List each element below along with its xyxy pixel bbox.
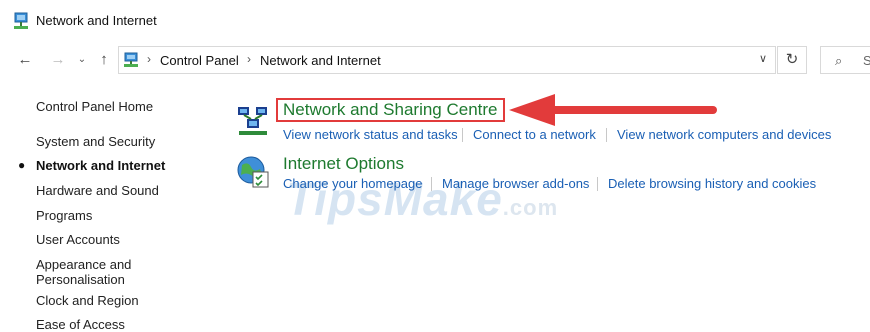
chevron-right-icon: › <box>247 52 251 66</box>
chevron-right-icon: › <box>147 52 151 66</box>
active-bullet: ● <box>18 158 26 172</box>
recent-locations-chevron-icon[interactable]: ⌄ <box>75 51 89 69</box>
back-arrow-icon[interactable]: ← <box>15 51 35 69</box>
refresh-icon[interactable]: ↻ <box>777 46 807 74</box>
sidebar-item-appearance-and-personalisation[interactable]: Appearance and Personalisation <box>36 257 131 287</box>
change-homepage-link[interactable]: Change your homepage <box>283 176 423 191</box>
annotation-arrow-icon <box>509 94 717 126</box>
up-arrow-icon[interactable]: ↑ <box>95 51 113 69</box>
breadcrumb-network-and-internet[interactable]: Network and Internet <box>260 53 381 68</box>
sidebar-item-system-and-security[interactable]: System and Security <box>36 134 155 149</box>
breadcrumb-control-panel[interactable]: Control Panel <box>160 53 239 68</box>
network-and-sharing-centre-link[interactable]: Network and Sharing Centre <box>276 98 505 122</box>
internet-options-icon <box>237 156 269 188</box>
sidebar-item-network-and-internet[interactable]: Network and Internet <box>36 158 165 173</box>
forward-arrow-icon[interactable]: → <box>48 51 68 69</box>
connect-to-network-link[interactable]: Connect to a network <box>473 127 596 142</box>
sidebar-item-hardware-and-sound[interactable]: Hardware and Sound <box>36 183 159 198</box>
address-bar[interactable]: › Control Panel › Network and Internet ∨ <box>118 46 776 74</box>
control-panel-icon <box>124 52 138 67</box>
view-network-status-link[interactable]: View network status and tasks <box>283 127 458 142</box>
sidebar-item-ease-of-access[interactable]: Ease of Access <box>36 317 125 332</box>
window-title: Network and Internet <box>36 13 157 28</box>
internet-options-link[interactable]: Internet Options <box>283 154 404 174</box>
network-icon <box>14 12 28 29</box>
search-placeholder: S <box>863 53 870 68</box>
delete-browsing-history-link[interactable]: Delete browsing history and cookies <box>608 176 816 191</box>
chevron-down-icon[interactable]: ∨ <box>759 52 767 65</box>
view-network-computers-link[interactable]: View network computers and devices <box>617 127 831 142</box>
search-icon: ⌕ <box>835 53 843 68</box>
divider <box>431 177 432 191</box>
sidebar-item-control-panel-home[interactable]: Control Panel Home <box>36 99 153 114</box>
sidebar-item-user-accounts[interactable]: User Accounts <box>36 232 120 247</box>
divider <box>462 128 463 142</box>
title-bar: Network and Internet <box>0 0 870 42</box>
divider <box>606 128 607 142</box>
navigation-bar: ← → ⌄ ↑ › Control Panel › Network and In… <box>0 42 870 78</box>
search-input[interactable]: ⌕ S <box>820 46 870 74</box>
sidebar-item-programs[interactable]: Programs <box>36 208 92 223</box>
divider <box>597 177 598 191</box>
manage-add-ons-link[interactable]: Manage browser add-ons <box>442 176 589 191</box>
sidebar-item-clock-and-region[interactable]: Clock and Region <box>36 293 139 308</box>
network-sharing-centre-icon <box>238 107 267 135</box>
